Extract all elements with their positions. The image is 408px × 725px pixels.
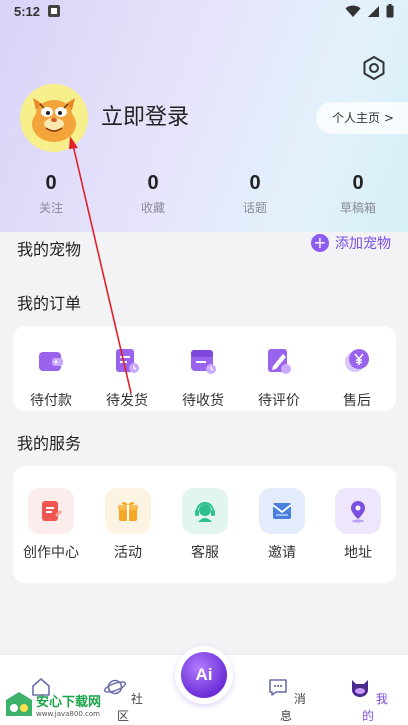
chat-icon (269, 679, 287, 696)
nav-messages[interactable]: 消息 (261, 675, 311, 724)
avatar[interactable] (20, 84, 88, 152)
shipping-doc-icon (116, 349, 139, 373)
cartoon-cat-avatar-icon (20, 84, 88, 152)
service-icon-bg (259, 488, 305, 534)
settings-gear-icon[interactable] (360, 54, 388, 82)
add-pet-button[interactable]: + 添加宠物 (311, 233, 391, 253)
nav-mine[interactable]: 我的 (343, 675, 393, 724)
order-label: 售后 (343, 393, 371, 409)
order-label: 待发货 (106, 393, 148, 409)
service-label: 活动 (114, 545, 142, 561)
plus-icon: + (311, 234, 329, 252)
service-invite[interactable]: 邀请 (244, 488, 320, 562)
service-label: 客服 (191, 545, 219, 561)
service-icon-bg (335, 488, 381, 534)
headset-icon (195, 502, 215, 522)
orders-card: 待付款 待发货 待收货 待评价 售后 (13, 326, 396, 411)
wallet-icon (39, 352, 63, 371)
planet-icon (103, 679, 127, 695)
stat-value: 0 (249, 172, 261, 194)
review-pen-icon (268, 349, 291, 374)
order-label: 待评价 (258, 393, 300, 409)
service-icon-bg (105, 488, 151, 534)
my-orders-title: 我的订单 (17, 294, 82, 313)
cat-face-icon (352, 680, 369, 697)
watermark-title: 安心下载网 (36, 694, 102, 710)
battery-icon (386, 4, 394, 18)
service-activities[interactable]: 活动 (90, 488, 166, 562)
order-pending-shipment[interactable]: 待发货 (89, 346, 165, 410)
order-after-sales[interactable]: 售后 (319, 346, 395, 410)
services-card: 创作中心 活动 客服 邀请 地址 (13, 466, 396, 583)
stat-following[interactable]: 0 关注 (11, 172, 91, 216)
service-label: 邀请 (268, 545, 296, 561)
stat-value: 0 (45, 172, 57, 194)
watermark-logo-icon (6, 692, 32, 716)
notification-icon (48, 5, 60, 17)
service-customer-support[interactable]: 客服 (167, 488, 243, 562)
stat-favorites[interactable]: 0 收藏 (113, 172, 193, 216)
service-label: 地址 (344, 545, 372, 561)
ai-assistant-button[interactable]: Ai (175, 646, 233, 704)
status-time: 5:12 (14, 4, 41, 19)
wifi-icon (345, 5, 361, 17)
order-label: 待付款 (30, 393, 72, 409)
service-address[interactable]: 地址 (320, 488, 396, 562)
stat-label: 草稿箱 (339, 201, 376, 215)
service-icon-bg (28, 488, 74, 534)
status-bar: 5:12 (0, 0, 408, 24)
yen-aftersale-icon (345, 349, 369, 372)
location-pin-icon (351, 501, 365, 523)
service-icon-bg (182, 488, 228, 534)
my-services-title: 我的服务 (17, 434, 82, 453)
nav-community[interactable]: 社区 (98, 675, 148, 724)
stat-value: 0 (147, 172, 159, 194)
order-pending-review[interactable]: 待评价 (241, 346, 317, 410)
order-pending-receipt[interactable]: 待收货 (165, 346, 241, 410)
receive-box-icon (191, 350, 216, 374)
stat-drafts[interactable]: 0 草稿箱 (318, 172, 398, 216)
login-link[interactable]: 立即登录 (101, 99, 189, 131)
mail-icon (272, 503, 292, 519)
gift-icon (118, 501, 138, 521)
stat-value: 0 (352, 172, 364, 194)
stat-label: 话题 (242, 201, 267, 215)
watermark: 安心下载网 www.java800.com (4, 690, 101, 718)
ai-icon: Ai (181, 652, 227, 698)
add-pet-label: 添加宠物 (335, 236, 391, 252)
stat-topics[interactable]: 0 话题 (215, 172, 295, 216)
order-label: 待收货 (182, 393, 224, 409)
stat-label: 收藏 (140, 201, 165, 215)
create-doc-icon (42, 501, 62, 521)
order-pending-payment[interactable]: 待付款 (13, 346, 89, 410)
service-creation-center[interactable]: 创作中心 (13, 488, 89, 562)
my-pets-title: 我的宠物 (17, 240, 82, 259)
personal-homepage-button[interactable]: 个人主页 > (316, 102, 408, 134)
service-label: 创作中心 (23, 545, 79, 561)
signal-icon (368, 5, 379, 17)
stat-label: 关注 (38, 201, 63, 215)
watermark-url: www.java800.com (36, 709, 100, 718)
